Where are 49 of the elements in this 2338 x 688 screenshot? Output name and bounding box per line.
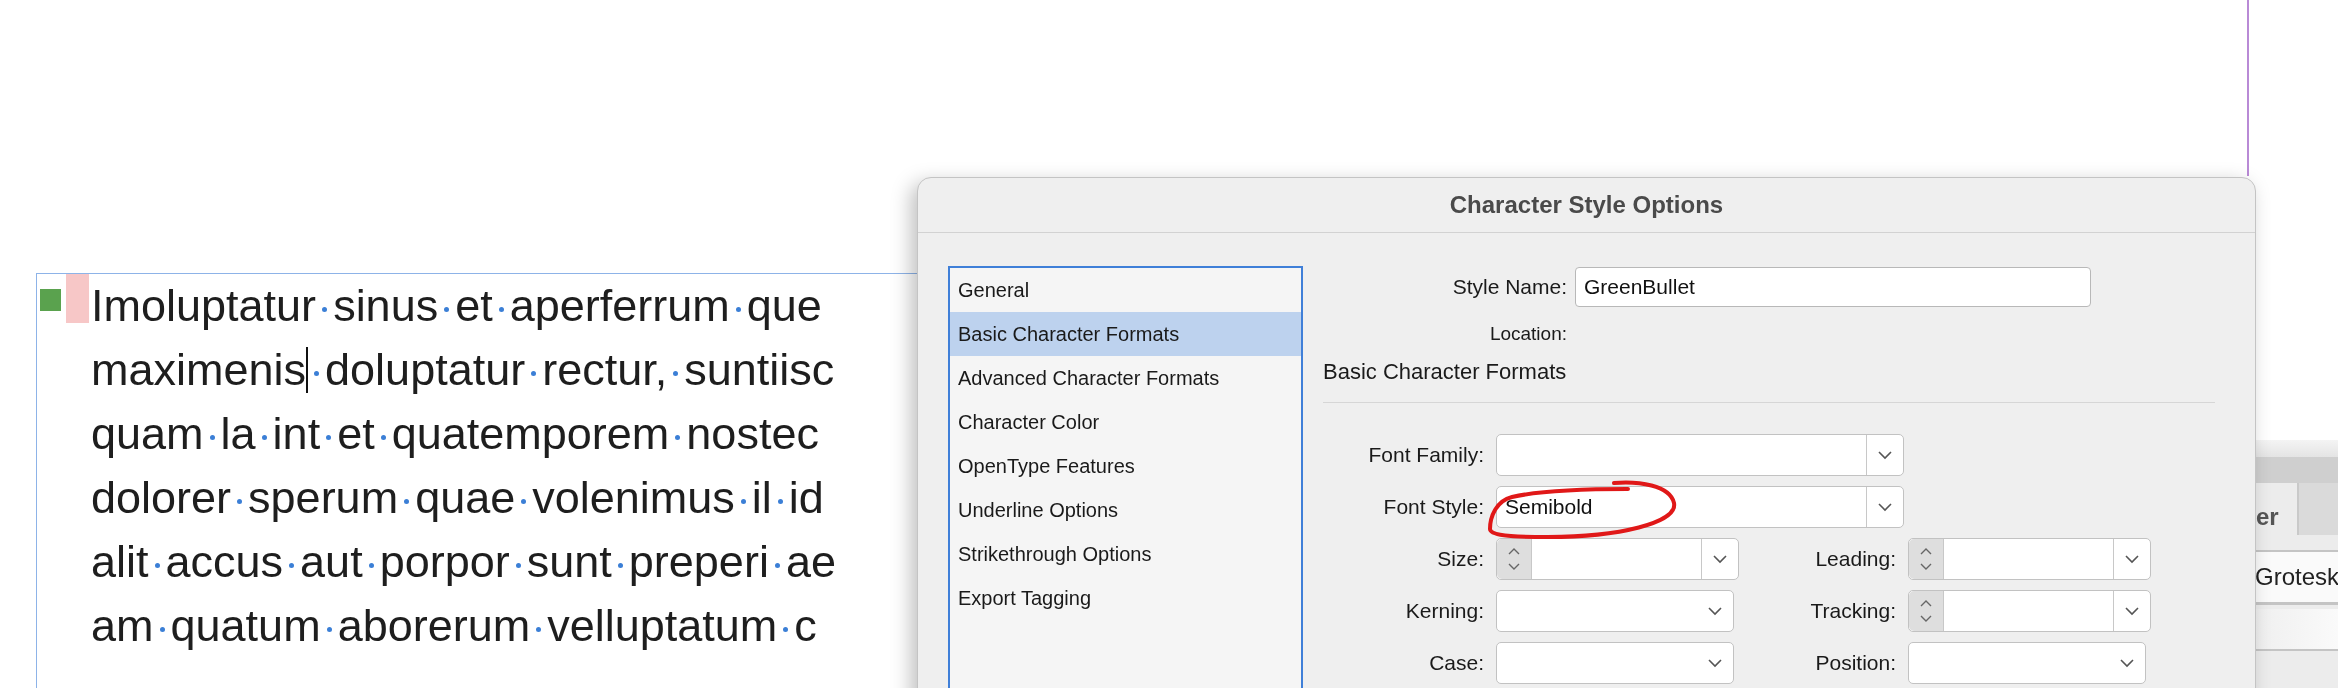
panel-tab-label: er: [2256, 502, 2279, 531]
text-line: maximenis doluptatur rectur, suntiisc: [91, 344, 835, 395]
field-label: Tracking:: [1809, 599, 1896, 623]
field-label: Case:: [1428, 651, 1484, 675]
style-name-field[interactable]: GreenBullet: [1575, 267, 2091, 307]
dialog-title: Character Style Options: [1449, 191, 1724, 219]
chevron-down-icon: [2124, 554, 2140, 564]
field-label: Size:: [1436, 547, 1484, 571]
combo-box[interactable]: [1496, 434, 1904, 476]
field-label: Style Name:: [1451, 275, 1567, 299]
text-line: dolorer sperum quae volenimus il id: [91, 472, 824, 523]
panel-tab[interactable]: [2296, 483, 2338, 535]
category-item[interactable]: OpenType Features: [950, 444, 1301, 488]
field-label: Font Family:: [1367, 443, 1484, 467]
field-label: Font Style:: [1382, 495, 1484, 519]
stepper-arrows-icon[interactable]: [1909, 591, 1944, 631]
chevron-down-icon: [1877, 502, 1893, 512]
chevron-down-icon: [1707, 658, 1723, 668]
category-item[interactable]: Export Tagging: [950, 576, 1301, 620]
chevron-down-icon: [1877, 450, 1893, 460]
stepper-arrows-icon[interactable]: [1497, 539, 1532, 579]
category-item[interactable]: Character Color: [950, 400, 1301, 444]
field-label: Location:: [1488, 323, 1567, 345]
field-label: Kerning:: [1404, 599, 1484, 623]
chevron-down-icon: [1712, 554, 1728, 564]
category-item[interactable]: Strikethrough Options: [950, 532, 1301, 576]
field-label: Position:: [1814, 651, 1896, 675]
text-line: am quatum aborerum velluptatum c: [91, 600, 817, 651]
dropdown[interactable]: [1908, 642, 2146, 684]
chevron-down-icon: [1707, 606, 1723, 616]
category-item[interactable]: Advanced Character Formats: [950, 356, 1301, 400]
stepper-combo-box[interactable]: [1908, 590, 2151, 632]
text-line: alit accus aut porpor sunt preperi ae: [91, 536, 836, 587]
text-line: quam la int et quatemporem nostec: [91, 408, 819, 459]
section-title: Basic Character Formats: [1323, 358, 1568, 386]
category-item[interactable]: Basic Character Formats: [950, 312, 1301, 356]
stepper-arrows-icon[interactable]: [1909, 539, 1944, 579]
field-label: Leading:: [1814, 547, 1896, 571]
chevron-down-icon: [2119, 658, 2135, 668]
stepper-combo-box[interactable]: [1908, 538, 2151, 580]
category-item[interactable]: Underline Options: [950, 488, 1301, 532]
text-line: Imoluptatur sinus et aperferrum que: [91, 280, 822, 331]
chevron-down-icon: [2124, 606, 2140, 616]
category-item[interactable]: General: [950, 268, 1301, 312]
dropdown[interactable]: [1496, 642, 1734, 684]
combo-box[interactable]: Semibold: [1496, 486, 1904, 528]
combo-value: Semibold: [1504, 495, 1594, 519]
dropdown[interactable]: [1496, 590, 1734, 632]
stepper-combo-box[interactable]: [1496, 538, 1739, 580]
